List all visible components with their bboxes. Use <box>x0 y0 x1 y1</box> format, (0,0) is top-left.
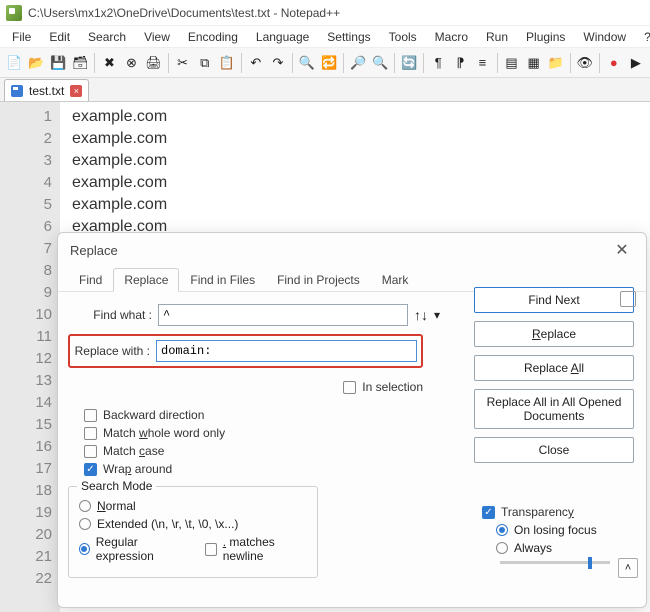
file-tabs: test.txt × <box>0 78 650 102</box>
zoom-out-icon[interactable]: 🔍 <box>370 52 390 74</box>
doc-map-icon[interactable]: ▤ <box>501 52 521 74</box>
titlebar: C:\Users\mx1x2\OneDrive\Documents\test.t… <box>0 0 650 26</box>
menu-edit[interactable]: Edit <box>41 28 78 46</box>
line-number-gutter: 12345678910111213141516171819202122 <box>0 102 60 612</box>
replace-input[interactable] <box>156 340 417 362</box>
menubar: FileEditSearchViewEncodingLanguageSettin… <box>0 26 650 48</box>
copy-icon[interactable]: ⧉ <box>195 52 215 74</box>
menu-encoding[interactable]: Encoding <box>180 28 246 46</box>
tab-close-icon[interactable]: × <box>70 85 82 97</box>
zoom-in-icon[interactable]: 🔎 <box>348 52 368 74</box>
folder-icon[interactable]: 📁 <box>546 52 566 74</box>
wordwrap-icon[interactable]: ¶ <box>428 52 448 74</box>
find-next-button[interactable]: Find Next <box>474 287 634 313</box>
dropdown-arrow-icon[interactable]: ▾ <box>434 308 440 322</box>
transparency-losing-focus-radio[interactable]: On losing focus <box>496 523 632 537</box>
dlg-tab-find-in-files[interactable]: Find in Files <box>179 268 266 292</box>
file-tab[interactable]: test.txt × <box>4 79 89 101</box>
menu-settings[interactable]: Settings <box>319 28 378 46</box>
mode-extended-radio[interactable]: Extended (\n, \r, \t, \0, \x...) <box>79 517 307 531</box>
paste-icon[interactable]: 📋 <box>217 52 237 74</box>
transparency-checkbox[interactable]: ✓Transparency <box>482 505 632 519</box>
indent-guide-icon[interactable]: ≡ <box>472 52 492 74</box>
replace-dialog: Replace ✕ FindReplaceFind in FilesFind i… <box>57 232 647 608</box>
func-list-icon[interactable]: ▦ <box>524 52 544 74</box>
close-all-icon[interactable]: ⊗ <box>121 52 141 74</box>
replace-button[interactable]: Replace <box>474 321 634 347</box>
menu-macro[interactable]: Macro <box>427 28 476 46</box>
wrap-around-checkbox[interactable]: ✓Wrap around <box>84 462 636 476</box>
redo-icon[interactable]: ↷ <box>268 52 288 74</box>
monitor-icon[interactable]: 👁 <box>575 52 595 74</box>
save-state-icon <box>11 85 23 97</box>
menu-window[interactable]: Window <box>575 28 634 46</box>
swap-icon[interactable]: ↑↓ <box>414 311 428 320</box>
find-label: Find what : <box>68 308 158 322</box>
sync-icon[interactable]: 🔄 <box>399 52 419 74</box>
record-icon[interactable]: ● <box>604 52 624 74</box>
replace-highlight-box: Replace with : <box>68 334 423 368</box>
mode-normal-radio[interactable]: Normal <box>79 499 307 513</box>
replace-all-opened-button[interactable]: Replace All in All Opened Documents <box>474 389 634 429</box>
menu-file[interactable]: File <box>4 28 39 46</box>
find-input[interactable] <box>158 304 408 326</box>
file-tab-label: test.txt <box>29 84 64 98</box>
app-icon <box>6 5 22 21</box>
save-icon[interactable]: 💾 <box>48 52 68 74</box>
close-button[interactable]: Close <box>474 437 634 463</box>
menu-run[interactable]: Run <box>478 28 516 46</box>
menu-?[interactable]: ? <box>636 28 650 46</box>
search-mode-group: Search Mode Normal Extended (\n, \r, \t,… <box>68 486 318 578</box>
replace-label: Replace with : <box>70 344 156 358</box>
cut-icon[interactable]: ✂ <box>173 52 193 74</box>
undo-icon[interactable]: ↶ <box>246 52 266 74</box>
menu-plugins[interactable]: Plugins <box>518 28 573 46</box>
toolbar: 📄 📂 💾 🗃 ✖ ⊗ 🖨 ✂ ⧉ 📋 ↶ ↷ 🔍 🔁 🔎 🔍 🔄 ¶ ⁋ ≡ … <box>0 48 650 78</box>
show-all-chars-icon[interactable]: ⁋ <box>450 52 470 74</box>
transparency-slider[interactable] <box>500 561 610 564</box>
close-icon[interactable]: ✖ <box>99 52 119 74</box>
find-icon[interactable]: 🔍 <box>297 52 317 74</box>
dialog-close-icon[interactable]: ✕ <box>610 240 634 260</box>
open-file-icon[interactable]: 📂 <box>26 52 46 74</box>
find-next-aux-checkbox[interactable] <box>620 291 636 307</box>
dialog-title: Replace <box>70 243 118 258</box>
transparency-always-radio[interactable]: Always <box>496 541 632 555</box>
menu-search[interactable]: Search <box>80 28 134 46</box>
dlg-tab-replace[interactable]: Replace <box>113 268 179 292</box>
mode-regex-radio[interactable]: Regular expression . matches newline <box>79 535 307 563</box>
dlg-tab-find[interactable]: Find <box>68 268 113 292</box>
window-title: C:\Users\mx1x2\OneDrive\Documents\test.t… <box>28 6 340 20</box>
replace-icon[interactable]: 🔁 <box>319 52 339 74</box>
print-icon[interactable]: 🖨 <box>144 52 164 74</box>
in-selection-checkbox[interactable]: In selection <box>343 380 423 394</box>
expand-toggle-button[interactable]: ˄ <box>618 558 638 578</box>
save-all-icon[interactable]: 🗃 <box>70 52 90 74</box>
play-icon[interactable]: ▶ <box>626 52 646 74</box>
transparency-panel: ✓Transparency On losing focus Always <box>482 501 632 564</box>
new-file-icon[interactable]: 📄 <box>4 52 24 74</box>
menu-language[interactable]: Language <box>248 28 317 46</box>
menu-view[interactable]: View <box>136 28 178 46</box>
search-mode-legend: Search Mode <box>77 479 156 493</box>
menu-tools[interactable]: Tools <box>381 28 425 46</box>
dlg-tab-mark[interactable]: Mark <box>371 268 420 292</box>
replace-all-button[interactable]: Replace All <box>474 355 634 381</box>
dlg-tab-find-in-projects[interactable]: Find in Projects <box>266 268 371 292</box>
